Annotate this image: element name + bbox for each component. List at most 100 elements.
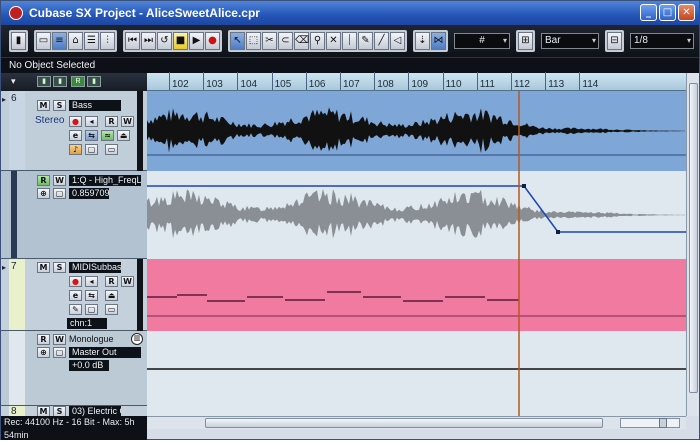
- sends-bypass-button[interactable]: ⏏: [117, 130, 130, 141]
- midi-event[interactable]: [147, 259, 686, 331]
- read-button[interactable]: R: [105, 116, 118, 127]
- eq-bypass-button[interactable]: ≈: [101, 130, 114, 141]
- lock-button[interactable]: ▢: [53, 347, 66, 358]
- horizontal-scrollbar[interactable]: [147, 416, 686, 429]
- fold-track-icon[interactable]: ▸: [2, 263, 6, 272]
- sends-button[interactable]: ⏏: [105, 290, 118, 301]
- erase-tool-icon[interactable]: ⌫: [294, 32, 309, 50]
- keyboard-icon[interactable]: ▥: [131, 333, 143, 345]
- grid-type-dropdown[interactable]: Bar: [541, 33, 599, 49]
- cycle-icon[interactable]: ↺: [157, 32, 172, 50]
- automation-node[interactable]: [556, 230, 560, 234]
- record-icon[interactable]: ●: [205, 32, 220, 50]
- activate-project-button[interactable]: ▮: [11, 32, 26, 50]
- mute-tool-icon[interactable]: ✕: [326, 32, 341, 50]
- show-overview-icon[interactable]: ⌂: [68, 32, 83, 50]
- inserts-button[interactable]: ⇆: [85, 290, 98, 301]
- record-enable-button[interactable]: ●: [69, 276, 82, 287]
- zoom-slider-handle[interactable]: [659, 418, 667, 428]
- track-midisubbass[interactable]: ▸ 7 M S MIDISubbass ● ◂ R W e ⇆ ⏏ ✎ ▢ ▭ …: [1, 259, 147, 331]
- maximize-button[interactable]: □: [659, 4, 676, 21]
- line-tool-icon[interactable]: ╱: [374, 32, 389, 50]
- go-to-end-icon[interactable]: ⏭: [141, 32, 156, 50]
- automation-value[interactable]: 0.859709: [69, 188, 109, 199]
- autoscroll-icon[interactable]: ⇣: [415, 32, 430, 50]
- track-monologue[interactable]: R W Monologue ▥ ⊕ ▢ Master Out +0.0 dB: [1, 331, 147, 406]
- record-enable-button[interactable]: ●: [69, 116, 82, 127]
- horizontal-scroll-thumb[interactable]: [205, 418, 603, 428]
- midi-channel-dropdown[interactable]: chn:1: [67, 318, 107, 329]
- mute-button[interactable]: M: [37, 100, 50, 111]
- event-display-canvas[interactable]: [147, 91, 686, 416]
- write-button[interactable]: W: [121, 116, 134, 127]
- electric-guitar-lane[interactable]: [147, 406, 686, 416]
- settings-button[interactable]: ⊕: [37, 347, 50, 358]
- grid-icon-dropdown[interactable]: #: [454, 33, 510, 49]
- vertical-scrollbar[interactable]: [686, 73, 699, 416]
- track-name[interactable]: MIDISubbass: [69, 262, 121, 273]
- automation-lock-button[interactable]: ▢: [53, 188, 66, 199]
- snap-mode-icon[interactable]: ⊞: [518, 32, 533, 50]
- output-routing-dropdown[interactable]: Master Out: [69, 347, 141, 358]
- fold-track-icon[interactable]: ▸: [2, 95, 6, 104]
- go-to-start-icon[interactable]: ⏮: [125, 32, 140, 50]
- stop-icon[interactable]: ■: [173, 32, 188, 50]
- drum-map-button[interactable]: ✎: [69, 304, 82, 315]
- solo-button[interactable]: S: [53, 100, 66, 111]
- play-icon[interactable]: ▶: [189, 32, 204, 50]
- bar-ruler[interactable]: 102 103 104 105 106 107 108 109 110 111 112 113 114: [147, 72, 686, 91]
- write-button[interactable]: W: [121, 276, 134, 287]
- lock-button[interactable]: ▢: [85, 144, 98, 155]
- quantize-icon[interactable]: ⊟: [607, 32, 622, 50]
- open-mixer-icon[interactable]: ⫶: [100, 32, 115, 50]
- add-track-icon[interactable]: ▾: [11, 77, 16, 87]
- object-selection-tool-icon[interactable]: ↖: [230, 32, 245, 50]
- speaker-tool-icon[interactable]: ◁: [390, 32, 405, 50]
- write-automation-icon[interactable]: ▮: [87, 76, 101, 87]
- volume-value[interactable]: +0.0 dB: [69, 360, 109, 371]
- title-bar[interactable]: Cubase SX Project - AliceSweetAlice.cpr …: [1, 1, 699, 25]
- snap-icon[interactable]: ⋈: [431, 32, 446, 50]
- split-tool-icon[interactable]: ✂: [262, 32, 277, 50]
- minimize-button[interactable]: _: [640, 4, 657, 21]
- monitor-button[interactable]: ◂: [85, 276, 98, 287]
- time-warp-tool-icon[interactable]: ⏐: [342, 32, 357, 50]
- mute-button[interactable]: M: [37, 262, 50, 273]
- global-mute-icon[interactable]: ▮: [37, 76, 51, 87]
- range-selection-tool-icon[interactable]: ⬚: [246, 32, 261, 50]
- show-info-line-icon[interactable]: ≡: [52, 32, 67, 50]
- automation-read-button[interactable]: R: [37, 175, 50, 186]
- solo-button[interactable]: S: [53, 262, 66, 273]
- draw-tool-icon[interactable]: ✎: [358, 32, 373, 50]
- edit-instrument-button[interactable]: e: [69, 290, 82, 301]
- lanes-button[interactable]: ▭: [105, 144, 118, 155]
- monitor-button[interactable]: ◂: [85, 116, 98, 127]
- timebase-button[interactable]: ♪: [69, 144, 82, 155]
- global-solo-icon[interactable]: ▮: [53, 76, 67, 87]
- automation-track[interactable]: R W 1:Q - High_FreqL ⊕ ▢ 0.859709: [1, 171, 147, 259]
- quantize-dropdown[interactable]: 1/8: [630, 33, 694, 49]
- close-button[interactable]: ✕: [678, 4, 695, 21]
- zoom-slider[interactable]: [620, 418, 680, 428]
- vertical-scroll-thumb[interactable]: [689, 83, 698, 393]
- glue-tool-icon[interactable]: ⊂: [278, 32, 293, 50]
- event-display[interactable]: [147, 91, 686, 416]
- lanes-button[interactable]: ▭: [105, 304, 118, 315]
- track-bass[interactable]: ▸ 6 M S Bass Stereo ● ◂ R W e ⇆ ≈ ⏏ ♪ ▢ …: [1, 91, 147, 171]
- read-button[interactable]: R: [105, 276, 118, 287]
- automation-parameter[interactable]: 1:Q - High_FreqL: [69, 175, 141, 186]
- zoom-tool-icon[interactable]: ⚲: [310, 32, 325, 50]
- edit-channel-button[interactable]: e: [69, 130, 82, 141]
- read-automation-icon[interactable]: R: [71, 76, 85, 87]
- inserts-bypass-button[interactable]: ⇆: [85, 130, 98, 141]
- track-name[interactable]: Bass: [69, 100, 121, 111]
- cubase-app-icon[interactable]: [9, 6, 23, 20]
- lock-button[interactable]: ▢: [85, 304, 98, 315]
- write-button[interactable]: W: [53, 334, 66, 345]
- automation-settings-button[interactable]: ⊕: [37, 188, 50, 199]
- read-button[interactable]: R: [37, 334, 50, 345]
- automation-node[interactable]: [522, 184, 526, 188]
- automation-write-button[interactable]: W: [53, 175, 66, 186]
- open-pool-icon[interactable]: ☰: [84, 32, 99, 50]
- show-inspector-icon[interactable]: ▭: [36, 32, 51, 50]
